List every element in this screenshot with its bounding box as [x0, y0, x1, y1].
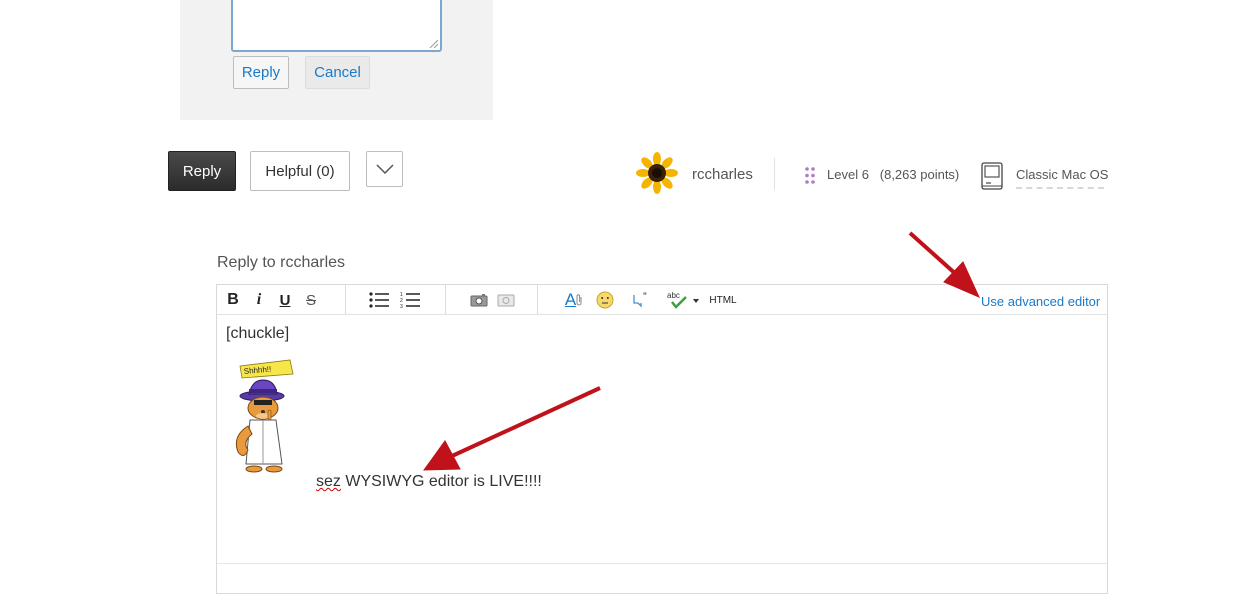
rich-text-editor[interactable]	[216, 284, 1108, 594]
underline-button[interactable]: U	[277, 290, 293, 310]
editor-text-line: sez WYSIWYG editor is LIVE!!!!	[316, 473, 542, 491]
camera-icon	[470, 294, 488, 307]
level-label: Level 6	[827, 167, 869, 182]
italic-button[interactable]: i	[252, 290, 266, 310]
editor-toolbar: B i U S 123 A ” abc HTML	[217, 285, 1107, 315]
reply-button[interactable]: Reply	[168, 151, 236, 191]
author-level: Level 6 (8,263 points)	[827, 167, 959, 182]
resize-handle-icon[interactable]	[429, 39, 438, 48]
svg-text:”: ”	[643, 292, 647, 303]
more-options-button[interactable]	[366, 151, 403, 187]
spellcheck-icon: abc	[667, 291, 699, 309]
insert-image-button[interactable]	[469, 290, 489, 310]
reply-submit-button[interactable]: Reply	[233, 56, 289, 89]
misspelled-word[interactable]: sez	[316, 473, 341, 490]
reply-cancel-button[interactable]: Cancel	[305, 56, 370, 89]
avatar[interactable]	[636, 152, 678, 194]
numbered-list-icon: 123	[400, 292, 420, 308]
smiley-icon	[596, 291, 614, 309]
bullet-list-icon	[369, 292, 389, 308]
chevron-down-icon	[375, 164, 394, 174]
author-username[interactable]: rccharles	[692, 166, 753, 183]
classic-mac-icon	[981, 162, 1003, 190]
emoji-button[interactable]	[595, 290, 615, 310]
editor-bottom-divider	[217, 563, 1107, 564]
points-label: (8,263 points)	[879, 167, 960, 182]
svg-text:abc: abc	[667, 291, 680, 300]
bullet-list-button[interactable]	[368, 290, 390, 310]
video-icon	[497, 294, 515, 307]
level-dots-icon	[805, 167, 815, 184]
quote-button[interactable]: ”	[631, 290, 653, 310]
html-source-button[interactable]: HTML	[708, 290, 738, 310]
helpful-button[interactable]: Helpful (0)	[250, 151, 350, 191]
quote-icon: ”	[633, 292, 647, 308]
editor-text-line: [chuckle]	[226, 325, 290, 342]
sunflower-icon	[636, 152, 678, 194]
os-underline	[1016, 187, 1104, 189]
advanced-editor-link[interactable]: Use advanced editor	[981, 294, 1100, 309]
font-color-button[interactable]: A	[561, 290, 587, 310]
author-os[interactable]: Classic Mac OS	[1016, 167, 1108, 182]
strikethrough-button[interactable]: S	[303, 290, 319, 310]
toolbar-divider	[445, 285, 446, 314]
divider	[774, 158, 775, 190]
bold-button[interactable]: B	[225, 290, 241, 310]
svg-text:3: 3	[400, 304, 403, 308]
editor-text-rest: WYSIWYG editor is LIVE!!!!	[340, 473, 542, 490]
secret-squirrel-cartoon-image: Shhhh!!	[235, 359, 294, 473]
reply-to-heading: Reply to rccharles	[217, 254, 346, 271]
reply-textarea[interactable]	[231, 0, 442, 52]
paperclip-icon	[576, 294, 582, 306]
toolbar-divider	[345, 285, 346, 314]
toolbar-divider	[537, 285, 538, 314]
spellcheck-button[interactable]: abc	[665, 290, 701, 310]
font-color-label: A	[564, 290, 577, 309]
insert-video-button[interactable]	[496, 290, 516, 310]
numbered-list-button[interactable]: 123	[399, 290, 421, 310]
